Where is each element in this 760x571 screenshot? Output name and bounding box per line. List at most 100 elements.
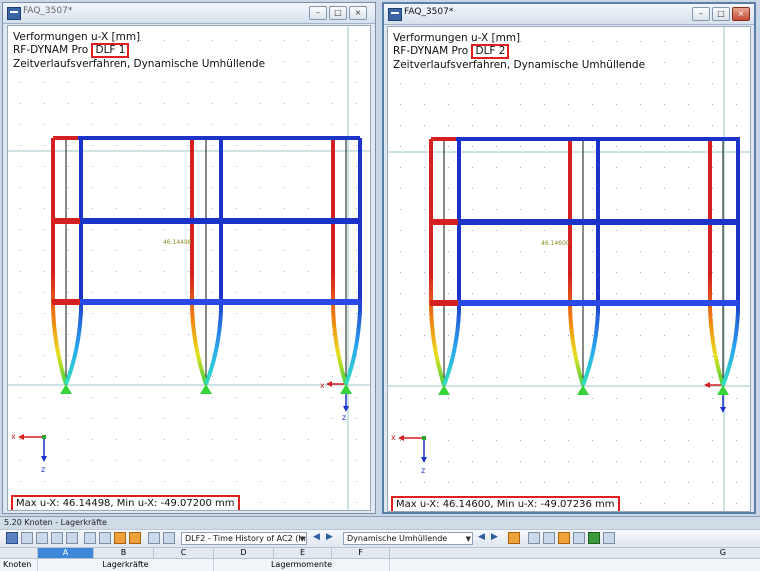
coord-z-arrow-icon (41, 456, 47, 462)
export-icon[interactable] (573, 532, 585, 544)
maximize-button[interactable]: □ (712, 7, 730, 21)
close-button[interactable]: × (732, 7, 750, 21)
grid-dot (616, 209, 617, 210)
search-icon[interactable] (528, 532, 540, 544)
grid-dot (284, 145, 285, 146)
grid-dot (164, 187, 165, 188)
grid-dot (496, 440, 497, 441)
column-header-d[interactable]: D (214, 548, 274, 558)
grid-dot (400, 125, 401, 126)
minimize-button[interactable]: – (309, 6, 327, 20)
grid-dot (236, 166, 237, 167)
zoom-icon[interactable] (543, 532, 555, 544)
grid-dot (712, 419, 713, 420)
grid-dot (188, 355, 189, 356)
next-result-button[interactable]: ▶ (491, 532, 498, 542)
grid-dot (688, 398, 689, 399)
grid-dot (308, 124, 309, 125)
graphic-canvas[interactable]: z x 46.14498 x z Verformungen u-X [mm] R… (7, 25, 371, 511)
grid-dot (592, 146, 593, 147)
grid-dot (472, 482, 473, 483)
structure-drawing: 46.14600 x z (388, 27, 750, 511)
grid-dot (568, 83, 569, 84)
grid-dot (236, 271, 237, 272)
maximize-button[interactable]: □ (329, 6, 347, 20)
result-type-select[interactable]: Dynamische Umhüllende ▼ (343, 532, 473, 545)
next-load-case-button[interactable]: ▶ (326, 532, 333, 542)
grid-dot (712, 125, 713, 126)
previous-load-case-button[interactable]: ◀ (313, 532, 320, 542)
grid-dot (140, 439, 141, 440)
right-graphic-window[interactable]: FAQ_3507* – □ × 46.14600 x z Verformunge… (382, 2, 756, 514)
right-window-titlebar[interactable]: FAQ_3507* – □ × (384, 4, 754, 25)
grid-dot (308, 460, 309, 461)
grid-dot (544, 461, 545, 462)
column-header-c[interactable]: C (154, 548, 214, 558)
left-window-titlebar[interactable]: FAQ_3507* – □ × (3, 3, 375, 24)
grid-dot (260, 439, 261, 440)
load-case-select[interactable]: DLF2 - Time History of AC2 (Implicit▼ (181, 532, 307, 545)
coord-z-arrow-icon (421, 457, 427, 463)
table-print-icon[interactable] (66, 532, 78, 544)
grid-dot (92, 334, 93, 335)
grid-dot (92, 145, 93, 146)
app-icon (7, 7, 21, 20)
excel-icon[interactable] (588, 532, 600, 544)
table-filter-icon[interactable] (21, 532, 33, 544)
grid-dot (424, 104, 425, 105)
grid-dot (424, 251, 425, 252)
column-header-a[interactable]: A (38, 548, 94, 558)
grid-dot (448, 125, 449, 126)
table-columns-icon[interactable] (36, 532, 48, 544)
grid-dot (212, 334, 213, 335)
grid-dot (520, 146, 521, 147)
sort-icon[interactable] (114, 532, 126, 544)
previous-table-icon[interactable] (84, 532, 96, 544)
grid-dot (736, 503, 737, 504)
grid-dot (212, 124, 213, 125)
grid-dot (664, 314, 665, 315)
column-header-e[interactable]: E (274, 548, 332, 558)
graphics-select-icon[interactable] (129, 532, 141, 544)
grid-dot (20, 124, 21, 125)
grid-dot (212, 292, 213, 293)
minimize-button[interactable]: – (692, 7, 710, 21)
graphic-canvas[interactable]: 46.14600 x z Verformungen u-X [mm] RF-DY… (387, 26, 751, 512)
grid-dot (92, 208, 93, 209)
grid-dot (20, 103, 21, 104)
grid-dot (116, 292, 117, 293)
row-header-corner[interactable] (0, 548, 38, 558)
grid-dot (688, 125, 689, 126)
grid-dot (212, 481, 213, 482)
grid-dot (496, 251, 497, 252)
next-table-icon[interactable] (99, 532, 111, 544)
table-rows-icon[interactable] (51, 532, 63, 544)
settings-icon[interactable] (163, 532, 175, 544)
grid-dot (260, 187, 261, 188)
grid-dot (472, 251, 473, 252)
grid-dot (20, 271, 21, 272)
table-view-icon[interactable] (6, 532, 18, 544)
close-button[interactable]: × (349, 6, 367, 20)
grid-dot (92, 376, 93, 377)
grid-dot (448, 482, 449, 483)
grid-dot (616, 482, 617, 483)
column-header-f[interactable]: F (332, 548, 390, 558)
grid-dot (92, 439, 93, 440)
grid-dot (400, 461, 401, 462)
highlight-icon[interactable] (558, 532, 570, 544)
grid-dot (544, 440, 545, 441)
result-table-panel[interactable]: 5.20 Knoten - Lagerkräfte DLF2 - Time Hi… (0, 516, 760, 571)
grid-dot (260, 418, 261, 419)
left-graphic-window[interactable]: FAQ_3507* – □ × z x 46.14498 x z Verform… (2, 2, 376, 514)
grid-dot (736, 419, 737, 420)
grid-dot (592, 272, 593, 273)
result-icon[interactable] (148, 532, 160, 544)
filter-results-icon[interactable] (508, 532, 520, 544)
grid-dot (424, 335, 425, 336)
column-header-b[interactable]: B (94, 548, 154, 558)
structure-drawing: z x 46.14498 x z (8, 26, 370, 510)
previous-result-button[interactable]: ◀ (478, 532, 485, 542)
table-settings-icon[interactable] (603, 532, 615, 544)
column-header-g[interactable]: G (390, 548, 760, 558)
